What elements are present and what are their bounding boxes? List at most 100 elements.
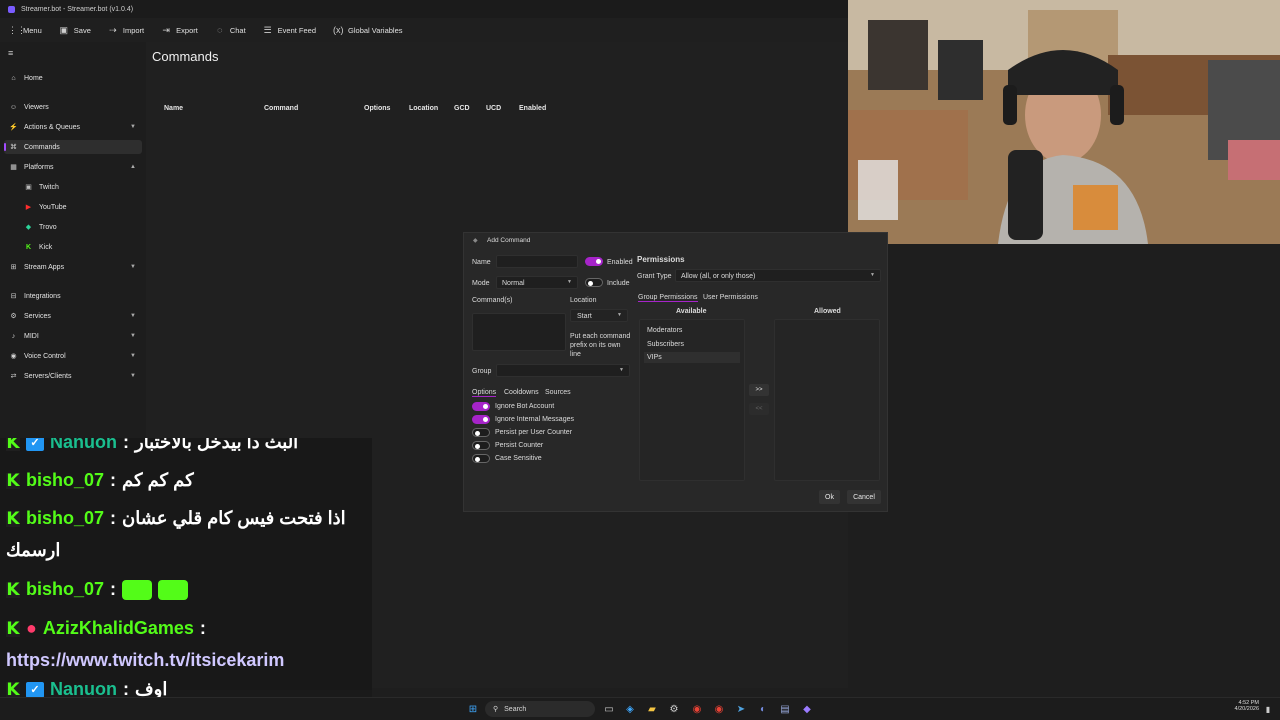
task-view-icon[interactable]: ▭: [602, 702, 616, 716]
telegram-icon[interactable]: ➤: [734, 702, 748, 716]
tab-cooldowns[interactable]: Cooldowns: [504, 389, 539, 396]
save-button[interactable]: ▣ Save: [59, 25, 91, 36]
kick-icon: K: [6, 470, 20, 491]
persist-per-user-counter-toggle[interactable]: [472, 428, 490, 437]
sidebar-item-youtube[interactable]: ▶ YouTube: [4, 200, 142, 214]
youtube-icon: ▶: [25, 204, 32, 211]
mode-label: Mode: [472, 280, 490, 287]
chrome-profile-icon[interactable]: ◉: [712, 702, 726, 716]
ignore-internal-messages-toggle[interactable]: [472, 415, 490, 424]
name-input[interactable]: [496, 255, 578, 268]
copilot-icon[interactable]: ◈: [623, 702, 637, 716]
cancel-button[interactable]: Cancel: [847, 490, 881, 504]
chat-button[interactable]: ◌ Chat: [215, 25, 246, 35]
platforms-icon: ▦: [10, 164, 17, 171]
file-explorer-icon[interactable]: ▰: [645, 702, 659, 716]
commands-textarea[interactable]: [472, 313, 566, 351]
sidebar-item-kick[interactable]: K Kick: [4, 240, 142, 254]
sidebar-item-platforms[interactable]: ▦ Platforms ▲: [4, 160, 142, 174]
list-item[interactable]: Subscribers: [647, 341, 684, 348]
menu-button[interactable]: ⋮⋮ Menu: [8, 25, 42, 36]
tab-options[interactable]: Options: [472, 389, 497, 397]
tab-sources[interactable]: Sources: [545, 389, 571, 396]
list-item[interactable]: Moderators: [647, 327, 682, 334]
kick-icon: K: [6, 438, 20, 453]
column-header-command[interactable]: Command: [264, 105, 298, 112]
tab-user-permissions[interactable]: User Permissions: [703, 294, 758, 301]
location-label: Location: [570, 297, 597, 304]
sidebar-item-twitch[interactable]: ▣ Twitch: [4, 180, 142, 194]
sidebar-item-actions[interactable]: ⚡ Actions & Queues ▼: [4, 120, 142, 134]
settings-icon[interactable]: ⚙: [667, 702, 681, 716]
chrome-icon[interactable]: ◉: [690, 702, 704, 716]
location-hint-1: Put each command: [570, 333, 631, 340]
column-header-gcd[interactable]: GCD: [454, 105, 470, 112]
column-header-options[interactable]: Options: [364, 105, 390, 112]
ok-button[interactable]: Ok: [819, 490, 840, 504]
sidebar-item-servers-clients[interactable]: ⇄ Servers/Clients ▼: [4, 369, 142, 383]
chat-icon: ◌: [217, 25, 223, 35]
verified-badge-icon: ✓: [26, 438, 44, 451]
location-hint-3: line: [570, 351, 581, 358]
app-icon[interactable]: ▤: [778, 702, 792, 716]
available-header: Available: [676, 308, 707, 315]
clock[interactable]: 4:52 PM 4/20/2026: [1215, 700, 1259, 712]
tab-group-permissions[interactable]: Group Permissions: [638, 294, 698, 302]
list-item[interactable]: VIPs: [647, 354, 662, 361]
page-title: Commands: [152, 49, 219, 64]
column-header-name[interactable]: Name: [164, 105, 183, 112]
available-list[interactable]: Moderators Subscribers VIPs: [639, 319, 745, 481]
add-permission-button[interactable]: >>: [749, 384, 769, 396]
verified-badge-icon: ✓: [26, 681, 44, 698]
remove-permission-button[interactable]: <<: [749, 403, 769, 415]
case-sensitive-toggle[interactable]: [472, 454, 490, 463]
add-command-dialog: ◆ Add Command Name Enabled Mode Normal ▼ …: [463, 232, 888, 512]
group-select[interactable]: ▼: [496, 364, 630, 377]
column-header-enabled[interactable]: Enabled: [519, 105, 546, 112]
ignore-bot-account-toggle[interactable]: [472, 402, 490, 411]
app-logo-icon: [8, 5, 15, 13]
enabled-toggle[interactable]: [585, 257, 603, 266]
hamburger-icon[interactable]: ≡: [8, 48, 13, 58]
save-icon: ▣: [59, 24, 69, 35]
global-variables-button[interactable]: (x) Global Variables: [333, 25, 402, 35]
chevron-down-icon: ▼: [567, 279, 572, 285]
taskbar-search[interactable]: ⚲ Search: [485, 701, 595, 717]
windows-start-icon[interactable]: ⊞: [466, 702, 480, 716]
column-header-ucd[interactable]: UCD: [486, 105, 501, 112]
sidebar-item-commands[interactable]: ⌘ Commands: [4, 140, 142, 154]
chevron-down-icon: ▼: [130, 124, 136, 130]
persist-counter-toggle[interactable]: [472, 441, 490, 450]
sidebar-item-viewers[interactable]: ☺ Viewers: [4, 100, 142, 114]
export-button[interactable]: ⇥ Export: [161, 25, 197, 36]
sidebar-item-midi[interactable]: ♪ MIDI ▼: [4, 329, 142, 343]
permissions-title: Permissions: [637, 255, 685, 264]
sidebar-item-services[interactable]: ⚙ Services ▼: [4, 309, 142, 323]
location-select[interactable]: Start ▼: [570, 309, 628, 322]
sidebar-item-home[interactable]: ⌂ Home: [4, 71, 142, 85]
include-toggle[interactable]: [585, 278, 603, 287]
chevron-down-icon: ▼: [130, 333, 136, 339]
sidebar-item-stream-apps[interactable]: ⊞ Stream Apps ▼: [4, 260, 142, 274]
streamerbot-icon[interactable]: ◆: [800, 702, 814, 716]
sidebar-item-voice-control[interactable]: ◉ Voice Control ▼: [4, 349, 142, 363]
servers-icon: ⇄: [10, 373, 17, 380]
sidebar-item-trovo[interactable]: ◆ Trovo: [4, 220, 142, 234]
name-label: Name: [472, 259, 491, 266]
allowed-list[interactable]: [774, 319, 880, 481]
notification-icon[interactable]: ▮: [1261, 702, 1275, 716]
column-header-location[interactable]: Location: [409, 105, 438, 112]
webcam-feed: [848, 0, 1280, 244]
chat-overlay: K ✓ Nanuon: البث دا بيدخل بالاختبار K bi…: [0, 438, 372, 690]
enabled-label: Enabled: [607, 259, 633, 266]
dialog-app-icon: ◆: [473, 238, 478, 244]
variables-icon: (x): [333, 25, 344, 35]
mode-select[interactable]: Normal ▼: [496, 276, 578, 289]
sidebar-item-integrations[interactable]: ⊟ Integrations: [4, 289, 142, 303]
event-feed-button[interactable]: ☰ Event Feed: [263, 25, 316, 36]
trovo-icon: ◆: [25, 224, 32, 231]
grant-type-select[interactable]: Allow (all, or only those) ▼: [675, 269, 881, 282]
discord-icon[interactable]: ◐: [756, 702, 770, 716]
include-label: Include: [607, 280, 630, 287]
import-button[interactable]: ⇢ Import: [108, 25, 144, 36]
